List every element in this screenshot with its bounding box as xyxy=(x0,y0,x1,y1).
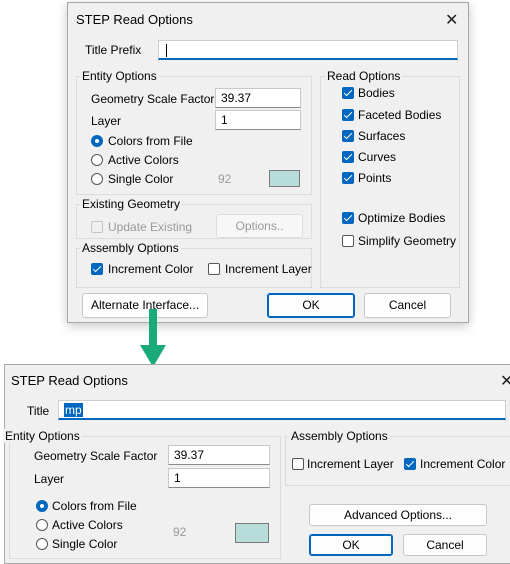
single-color-radio[interactable] xyxy=(91,173,103,185)
read-options-label: Read Options xyxy=(325,69,403,83)
optimize-bodies-checkbox[interactable] xyxy=(342,212,354,224)
simplify-geometry-label[interactable]: Simplify Geometry xyxy=(358,234,456,248)
step-read-options-dialog-alternate: STEP Read Options ✕ Title mp Entity Opti… xyxy=(3,364,510,564)
existing-geometry-label: Existing Geometry xyxy=(80,197,183,211)
step-read-options-dialog: STEP Read Options ✕ Title Prefix Entity … xyxy=(67,2,469,323)
layer-input[interactable]: 1 xyxy=(168,468,270,488)
colors-from-file-label[interactable]: Colors from File xyxy=(52,499,137,513)
curves-checkbox[interactable] xyxy=(342,151,354,163)
geometry-scale-factor-label: Geometry Scale Factor xyxy=(34,449,158,463)
title-label: Title xyxy=(27,404,50,418)
ok-button[interactable]: OK xyxy=(309,534,393,556)
increment-color-checkbox[interactable] xyxy=(404,458,416,470)
faceted-bodies-checkbox[interactable] xyxy=(342,109,354,121)
active-colors-radio[interactable] xyxy=(91,154,103,166)
increment-color-label[interactable]: Increment Color xyxy=(108,262,193,276)
geometry-scale-factor-input[interactable]: 39.37 xyxy=(215,88,301,108)
cancel-button[interactable]: Cancel xyxy=(364,293,451,318)
close-icon[interactable]: ✕ xyxy=(445,10,458,30)
entity-options-label: Entity Options xyxy=(3,429,82,443)
increment-layer-checkbox[interactable] xyxy=(292,458,304,470)
single-color-swatch[interactable] xyxy=(269,170,300,187)
increment-color-label[interactable]: Increment Color xyxy=(420,457,505,471)
single-color-value: 92 xyxy=(173,525,187,539)
dialog2-title: STEP Read Options xyxy=(11,373,128,388)
cancel-button[interactable]: Cancel xyxy=(403,534,487,556)
active-colors-radio[interactable] xyxy=(36,519,48,531)
close-icon[interactable]: ✕ xyxy=(500,371,510,391)
dialog-title: STEP Read Options xyxy=(76,12,193,27)
update-existing-checkbox[interactable] xyxy=(91,221,103,233)
bodies-label[interactable]: Bodies xyxy=(358,86,395,100)
increment-layer-label[interactable]: Increment Layer xyxy=(307,457,394,471)
increment-color-checkbox[interactable] xyxy=(91,263,103,275)
active-colors-label[interactable]: Active Colors xyxy=(108,153,179,167)
down-arrow-icon xyxy=(140,309,166,367)
ok-button[interactable]: OK xyxy=(267,293,355,318)
entity-options-label: Entity Options xyxy=(80,69,159,83)
layer-label: Layer xyxy=(34,472,65,486)
title-input[interactable]: mp xyxy=(58,400,506,420)
single-color-radio[interactable] xyxy=(36,538,48,550)
colors-from-file-radio[interactable] xyxy=(91,135,103,147)
geometry-scale-factor-input[interactable]: 39.37 xyxy=(168,445,270,465)
single-color-swatch[interactable] xyxy=(235,523,269,543)
advanced-options-button[interactable]: Advanced Options... xyxy=(309,504,487,526)
colors-from-file-label[interactable]: Colors from File xyxy=(108,134,193,148)
points-checkbox[interactable] xyxy=(342,172,354,184)
single-color-value: 92 xyxy=(218,172,232,186)
bodies-checkbox[interactable] xyxy=(342,87,354,99)
colors-from-file-radio[interactable] xyxy=(36,500,48,512)
faceted-bodies-label[interactable]: Faceted Bodies xyxy=(358,108,441,122)
update-existing-label[interactable]: Update Existing xyxy=(108,220,192,234)
surfaces-checkbox[interactable] xyxy=(342,130,354,142)
title-prefix-label: Title Prefix xyxy=(85,43,142,57)
single-color-label[interactable]: Single Color xyxy=(52,537,117,551)
optimize-bodies-label[interactable]: Optimize Bodies xyxy=(358,211,445,225)
active-colors-label[interactable]: Active Colors xyxy=(52,518,123,532)
existing-options-button[interactable]: Options.. xyxy=(216,214,303,238)
surfaces-label[interactable]: Surfaces xyxy=(358,129,405,143)
text-caret xyxy=(166,44,167,58)
curves-label[interactable]: Curves xyxy=(358,150,396,164)
assembly-options-label: Assembly Options xyxy=(80,241,181,255)
increment-layer-checkbox[interactable] xyxy=(208,263,220,275)
layer-label: Layer xyxy=(91,114,122,128)
simplify-geometry-checkbox[interactable] xyxy=(342,235,354,247)
single-color-label[interactable]: Single Color xyxy=(108,172,173,186)
geometry-scale-factor-label: Geometry Scale Factor xyxy=(91,92,215,106)
assembly-options-label: Assembly Options xyxy=(289,429,390,443)
title-prefix-input[interactable] xyxy=(158,40,458,60)
layer-input[interactable]: 1 xyxy=(215,110,301,130)
points-label[interactable]: Points xyxy=(358,171,391,185)
increment-layer-label[interactable]: Increment Layer xyxy=(225,262,312,276)
